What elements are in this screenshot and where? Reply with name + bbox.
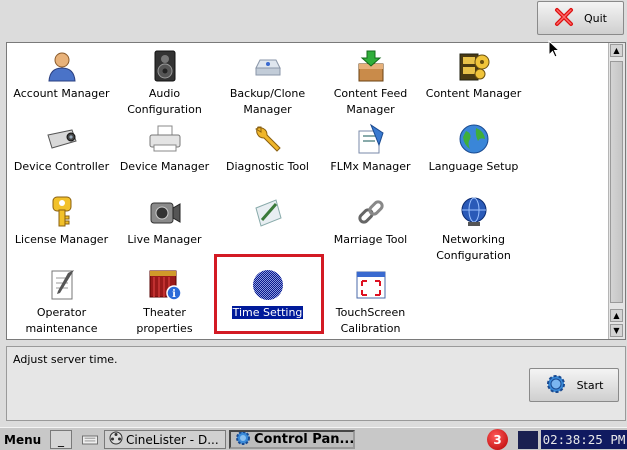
gear-icon [545,373,567,398]
app-backup-clone-manager[interactable]: Backup/Clone Manager [216,47,319,120]
close-x-icon [554,7,574,30]
app-label: Device Manager [119,160,210,173]
app-label: TouchScreen Calibration [335,306,406,335]
notification-badge[interactable]: 3 [487,429,508,450]
film-icon [457,49,491,83]
mouse-cursor-icon [548,39,561,61]
quit-button[interactable]: Quit [537,1,624,35]
user-icon [45,49,79,83]
key-icon [45,195,79,229]
app-device-manager[interactable]: Device Manager [113,120,216,193]
camera-icon [148,195,182,229]
top-bar: Quit [0,0,627,42]
app-flmx-manager[interactable]: FLMx Manager [319,120,422,193]
app-label: Backup/Clone Manager [229,87,306,116]
printer-icon [148,122,182,156]
app-theater-properties[interactable]: i Theater properties [113,266,216,339]
app-label: Networking Configuration [436,233,511,262]
app-live-manager[interactable]: Live Manager [113,193,216,266]
vertical-scrollbar[interactable]: ▲ ▲ ▼ [608,43,625,339]
scroll-up-small-icon[interactable]: ▲ [610,309,623,322]
app-label: FLMx Manager [330,160,411,173]
app-grid: Account Manager Audio Configuration Back… [7,43,610,339]
app-content-feed-manager[interactable]: Content Feed Manager [319,47,422,120]
control-panel-gear-icon [235,432,251,447]
clock-icon [251,268,285,302]
app-content-manager[interactable]: Content Manager [422,47,525,120]
globe-icon [457,122,491,156]
app-label: Marriage Tool [333,233,408,246]
scroll-down-icon[interactable]: ▼ [610,324,623,337]
app-label: Operator maintenance [25,306,98,335]
app-label: Diagnostic Tool [226,160,309,173]
app-label: Audio Configuration [127,87,202,116]
taskbar: Menu _ CineLister - D... Control Pan... … [0,427,627,450]
feed-icon [354,49,388,83]
projector-icon [45,122,79,156]
scroll-up-icon[interactable]: ▲ [610,44,623,57]
cinelister-icon [109,431,123,448]
app-audio-configuration[interactable]: Audio Configuration [113,47,216,120]
taskbar-cinelister-label: CineLister - D... [126,432,219,447]
app-label: Theater properties [136,306,193,335]
taskbar-control-panel[interactable]: Control Pan... [229,430,355,449]
app-networking-configuration[interactable]: Networking Configuration [422,193,525,266]
keyboard-icon[interactable] [78,430,102,449]
taskbar-cinelister[interactable]: CineLister - D... [104,430,226,449]
svg-text:i: i [172,289,176,300]
taskbar-control-panel-label: Control Pan... [254,432,355,447]
speaker-icon [148,49,182,83]
tray-square [518,431,538,449]
app-touchscreen-calibration[interactable]: TouchScreen Calibration [319,266,422,339]
pen-icon [251,195,285,229]
app-time-setting[interactable]: Time Setting [216,266,319,339]
app-operator-maintenance[interactable]: Operator maintenance [10,266,113,339]
app-language-setup[interactable]: Language Setup [422,120,525,193]
app-label: Time Setting [230,305,305,320]
flmx-icon [354,122,388,156]
taskbar-menu-button[interactable]: Menu [0,430,44,449]
app-label: Content Feed Manager [333,87,408,116]
calibration-icon [354,268,388,302]
taskbar-clock: 02:38:25 PM [541,430,627,449]
app-diagnostic-tool[interactable]: Diagnostic Tool [216,120,319,193]
start-label: Start [576,378,604,392]
app-license-manager[interactable]: License Manager [10,193,113,266]
app-unnamed[interactable] [216,193,319,266]
taskbar-minimize-button[interactable]: _ [50,430,72,449]
chain-icon [354,195,388,229]
app-account-manager[interactable]: Account Manager [10,47,113,120]
app-device-controller[interactable]: Device Controller [10,120,113,193]
quit-label: Quit [584,11,607,25]
wrench-icon [251,122,285,156]
notepad-icon [45,268,79,302]
app-label: Live Manager [127,233,202,246]
app-grid-panel: Account Manager Audio Configuration Back… [6,42,626,340]
network-globe-icon [457,195,491,229]
app-label: Account Manager [13,87,110,100]
description-text: Adjust server time. [13,353,118,366]
app-label: Device Controller [13,160,110,173]
scrollbar-thumb[interactable] [610,61,623,303]
app-marriage-tool[interactable]: Marriage Tool [319,193,422,266]
theater-icon: i [148,268,182,302]
start-button[interactable]: Start [529,368,619,402]
app-label: Content Manager [425,87,522,100]
app-label: Language Setup [428,160,519,173]
app-label: License Manager [14,233,109,246]
disk-icon [251,49,285,83]
